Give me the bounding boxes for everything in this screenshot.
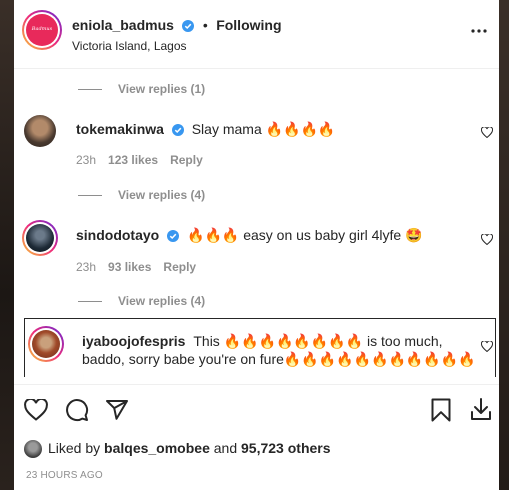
verified-icon bbox=[171, 124, 184, 137]
heart-icon[interactable] bbox=[24, 399, 48, 421]
comment-text: Slay mama 🔥🔥🔥🔥 bbox=[191, 121, 336, 137]
comment-heart-icon[interactable] bbox=[481, 234, 493, 245]
reply-button[interactable]: Reply bbox=[170, 153, 203, 167]
comment-heart-icon[interactable] bbox=[481, 127, 493, 138]
comment-time: 23h bbox=[76, 260, 97, 274]
background-left bbox=[0, 0, 14, 490]
share-icon[interactable] bbox=[105, 398, 129, 422]
following-button[interactable]: Following bbox=[216, 17, 281, 33]
action-bar bbox=[14, 384, 499, 435]
post-author-username[interactable]: eniola_badmus bbox=[72, 17, 174, 33]
story-ring[interactable]: Badmus bbox=[22, 10, 62, 50]
commenter-username[interactable]: sindodotayo bbox=[76, 227, 159, 243]
bookmark-icon[interactable] bbox=[430, 398, 452, 422]
comment-time: 23h bbox=[76, 153, 97, 167]
avatar-logo-text: Badmus bbox=[31, 26, 53, 32]
post-panel: Badmus eniola_badmus • Following Victori… bbox=[14, 0, 499, 490]
likes-middle: and bbox=[209, 440, 242, 456]
post-timestamp[interactable]: 23 HOURS AGO bbox=[26, 470, 103, 481]
view-replies-button[interactable]: View replies (4) bbox=[78, 294, 205, 308]
view-replies-button[interactable]: View replies (4) bbox=[78, 188, 205, 202]
view-replies-button[interactable]: View replies (1) bbox=[78, 82, 205, 96]
liker-avatar[interactable] bbox=[24, 440, 42, 459]
comment-text: 🔥🔥🔥 easy on us baby girl 4lyfe 🤩 bbox=[187, 227, 423, 243]
commenter-avatar[interactable] bbox=[26, 224, 54, 252]
story-ring[interactable] bbox=[22, 220, 58, 256]
commenter-avatar[interactable] bbox=[24, 115, 56, 147]
verified-icon bbox=[167, 230, 180, 243]
likes-count[interactable]: 95,723 others bbox=[241, 440, 331, 456]
comment-icon[interactable] bbox=[65, 398, 89, 422]
liker-username[interactable]: balqes_omobee bbox=[104, 440, 210, 456]
commenter-avatar[interactable] bbox=[32, 330, 60, 358]
background-right bbox=[499, 0, 509, 490]
reply-button[interactable]: Reply bbox=[163, 260, 196, 274]
more-options-icon[interactable] bbox=[470, 28, 488, 34]
comment-likes[interactable]: 93 likes bbox=[108, 260, 151, 274]
commenter-username[interactable]: iyaboojofespris bbox=[82, 333, 185, 349]
download-icon[interactable] bbox=[470, 397, 492, 421]
likes-summary: Liked by balqes_omobee and 95,723 others bbox=[24, 440, 331, 459]
separator-dot: • bbox=[202, 17, 208, 33]
post-location[interactable]: Victoria Island, Lagos bbox=[72, 39, 187, 53]
comment-likes[interactable]: 123 likes bbox=[108, 153, 158, 167]
story-ring[interactable] bbox=[28, 326, 64, 362]
verified-icon bbox=[182, 19, 195, 32]
post-header: Badmus eniola_badmus • Following Victori… bbox=[14, 0, 499, 69]
likes-prefix: Liked by bbox=[48, 440, 105, 456]
post-author-avatar[interactable]: Badmus bbox=[26, 14, 58, 46]
commenter-username[interactable]: tokemakinwa bbox=[76, 121, 164, 137]
comment-heart-icon[interactable] bbox=[481, 341, 493, 352]
